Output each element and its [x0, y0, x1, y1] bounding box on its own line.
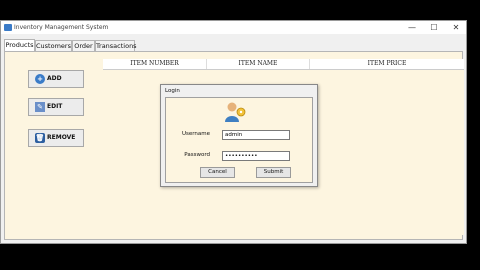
tab-order[interactable]: Order — [72, 40, 95, 51]
remove-button[interactable]: 🗑 REMOVE — [28, 129, 84, 147]
title-bar: Inventory Management System — ☐ ✕ — [1, 21, 466, 34]
tab-customers[interactable]: Customers — [35, 40, 72, 51]
column-header-item-number[interactable]: ITEM NUMBER — [103, 59, 207, 69]
close-button[interactable]: ✕ — [445, 21, 467, 34]
minimize-button[interactable]: — — [401, 21, 423, 34]
edit-button[interactable]: ✎ EDIT — [28, 98, 84, 116]
password-label: Password — [184, 152, 210, 158]
dialog-title: Login — [165, 88, 180, 94]
username-label: Username — [181, 131, 210, 137]
cancel-button[interactable]: Cancel — [200, 167, 235, 178]
tab-transactions[interactable]: Transactions — [95, 40, 137, 51]
app-icon — [4, 24, 12, 31]
add-button[interactable]: + ADD — [28, 70, 84, 88]
edit-icon: ✎ — [35, 102, 45, 112]
maximize-button[interactable]: ☐ — [423, 21, 445, 34]
add-button-label: ADD — [47, 75, 62, 82]
plus-circle-icon: + — [35, 74, 45, 84]
window-title: Inventory Management System — [14, 24, 109, 31]
edit-button-label: EDIT — [47, 103, 63, 110]
remove-button-label: REMOVE — [47, 134, 76, 141]
column-header-item-price[interactable]: ITEM PRICE — [310, 59, 464, 69]
column-header-item-name[interactable]: ITEM NAME — [207, 59, 310, 69]
trash-icon: 🗑 — [35, 133, 45, 143]
submit-button[interactable]: Submit — [256, 167, 291, 178]
table-header: ITEM NUMBER ITEM NAME ITEM PRICE — [103, 59, 464, 70]
tab-products[interactable]: Products — [4, 39, 35, 51]
username-input[interactable]: admin — [222, 130, 290, 140]
password-input[interactable]: •••••••••• — [222, 151, 290, 161]
user-key-icon — [225, 102, 246, 122]
